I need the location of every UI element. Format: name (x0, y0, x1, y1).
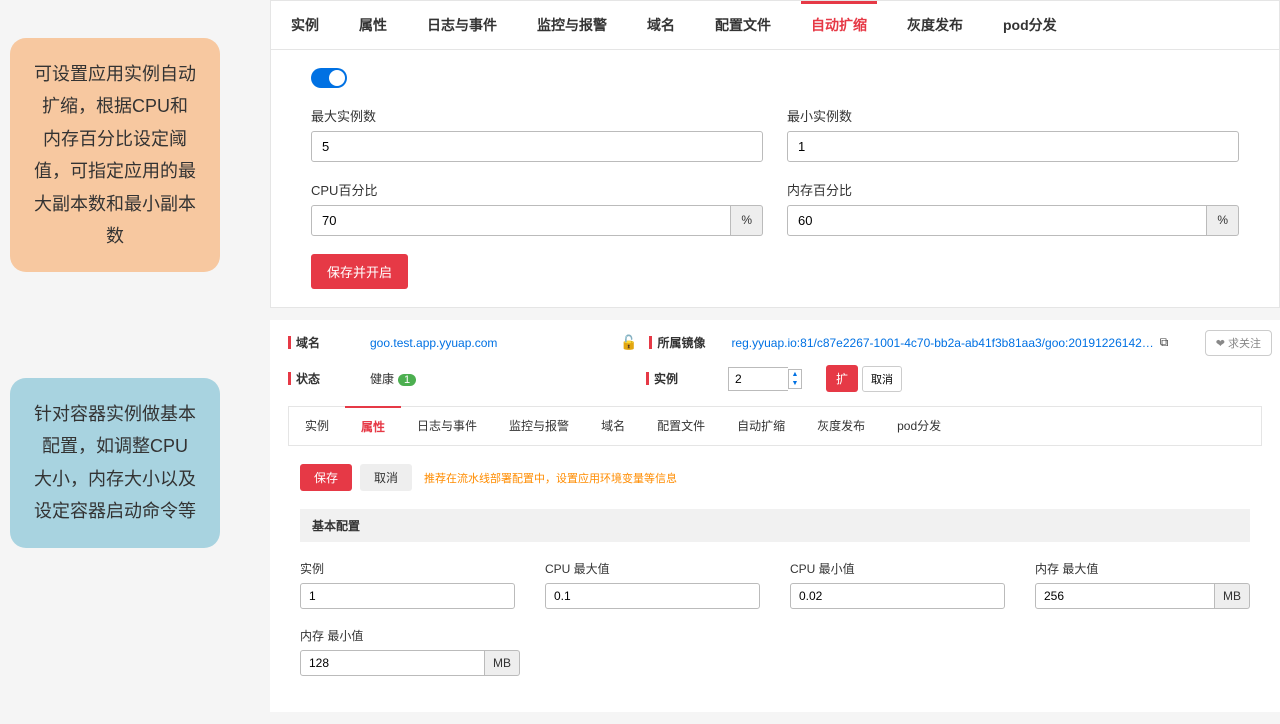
scale-button[interactable]: 扩 (826, 365, 858, 392)
tab-monitor[interactable]: 监控与报警 (517, 1, 627, 49)
percent-suffix: % (1207, 205, 1239, 236)
save-button[interactable]: 保存 (300, 464, 352, 491)
unlock-icon: 🔓 (620, 334, 637, 351)
memmax-input[interactable] (1035, 583, 1215, 609)
cpumax-input[interactable] (545, 583, 760, 609)
tab-instance[interactable]: 实例 (271, 1, 339, 49)
tab2-pod[interactable]: pod分发 (881, 407, 957, 445)
tab2-canary[interactable]: 灰度发布 (801, 407, 881, 445)
callout-autoscale: 可设置应用实例自动扩缩，根据CPU和内存百分比设定阈值，可指定应用的最大副本数和… (10, 38, 220, 272)
meta-row2: 状态 健康1 实例 ▲▼ 扩 取消 (270, 365, 1280, 406)
inst-input[interactable] (300, 583, 515, 609)
follow-button[interactable]: ❤ 求关注 (1205, 330, 1272, 356)
tabs-top: 实例 属性 日志与事件 监控与报警 域名 配置文件 自动扩缩 灰度发布 pod分… (271, 1, 1279, 50)
spin-up-icon[interactable]: ▲ (789, 370, 801, 379)
mb-suffix: MB (485, 650, 520, 676)
mb-suffix: MB (1215, 583, 1250, 609)
status-value: 健康1 (358, 370, 416, 387)
save-enable-button[interactable]: 保存并开启 (311, 254, 408, 289)
cpumax-label: CPU 最大值 (545, 560, 760, 577)
meta-row: 域名 goo.test.app.yyuap.com 🔓 所属镜像 reg.yyu… (270, 320, 1280, 365)
image-link[interactable]: reg.yyuap.io:81/c87e2267-1001-4c70-bb2a-… (719, 336, 1153, 350)
tab2-instance[interactable]: 实例 (289, 407, 345, 445)
config-panel: 域名 goo.test.app.yyuap.com 🔓 所属镜像 reg.yyu… (270, 320, 1280, 712)
min-instance-input[interactable] (787, 131, 1239, 162)
cpu-pct-input[interactable] (311, 205, 731, 236)
inst-label: 实例 (300, 560, 515, 577)
memmax-label: 内存 最大值 (1035, 560, 1250, 577)
tab-attributes[interactable]: 属性 (339, 1, 407, 49)
tab2-config[interactable]: 配置文件 (641, 407, 721, 445)
min-instance-label: 最小实例数 (787, 106, 1239, 125)
tab2-logs[interactable]: 日志与事件 (401, 407, 493, 445)
percent-suffix: % (731, 205, 763, 236)
pipeline-hint: 推荐在流水线部署配置中，设置应用环境变量等信息 (424, 470, 677, 486)
tab2-autoscale[interactable]: 自动扩缩 (721, 407, 801, 445)
tab-pod[interactable]: pod分发 (983, 1, 1077, 49)
cancel-button[interactable]: 取消 (360, 464, 412, 491)
cpumin-input[interactable] (790, 583, 1005, 609)
cpu-pct-label: CPU百分比 (311, 180, 763, 199)
max-instance-label: 最大实例数 (311, 106, 763, 125)
autoscale-body: 最大实例数 最小实例数 CPU百分比 % 内存百分比 % (271, 50, 1279, 307)
tab2-domain[interactable]: 域名 (585, 407, 641, 445)
status-badge: 1 (398, 374, 416, 386)
cpumin-label: CPU 最小值 (790, 560, 1005, 577)
callout-basicconfig: 针对容器实例做基本配置，如调整CPU大小，内存大小以及设定容器启动命令等 (10, 378, 220, 548)
spin-down-icon[interactable]: ▼ (789, 379, 801, 388)
autoscale-toggle[interactable] (311, 68, 347, 88)
tab-canary[interactable]: 灰度发布 (887, 1, 983, 49)
domain-link[interactable]: goo.test.app.yyuap.com (358, 336, 497, 350)
tab-domain[interactable]: 域名 (627, 1, 695, 49)
domain-label: 域名 (288, 334, 358, 351)
image-label: 所属镜像 (649, 334, 719, 351)
max-instance-input[interactable] (311, 131, 763, 162)
autoscale-panel: 实例 属性 日志与事件 监控与报警 域名 配置文件 自动扩缩 灰度发布 pod分… (270, 0, 1280, 308)
tab-config[interactable]: 配置文件 (695, 1, 791, 49)
attributes-body: 保存 取消 推荐在流水线部署配置中，设置应用环境变量等信息 基本配置 实例 CP… (270, 446, 1280, 712)
instance-count-input[interactable] (728, 367, 788, 391)
memmin-input[interactable] (300, 650, 485, 676)
instance-label: 实例 (646, 370, 716, 387)
copy-icon[interactable]: ⧉ (1160, 335, 1169, 350)
status-label: 状态 (288, 370, 358, 387)
mem-pct-label: 内存百分比 (787, 180, 1239, 199)
tab-logs[interactable]: 日志与事件 (407, 1, 517, 49)
tab-autoscale[interactable]: 自动扩缩 (791, 1, 887, 49)
scale-cancel-button[interactable]: 取消 (862, 366, 902, 392)
tab2-monitor[interactable]: 监控与报警 (493, 407, 585, 445)
follow-label: 求关注 (1228, 338, 1261, 350)
mem-pct-input[interactable] (787, 205, 1207, 236)
basic-config-header: 基本配置 (300, 509, 1250, 542)
memmin-label: 内存 最小值 (300, 627, 520, 644)
tabs-bottom: 实例 属性 日志与事件 监控与报警 域名 配置文件 自动扩缩 灰度发布 pod分… (288, 406, 1262, 446)
tab2-attributes[interactable]: 属性 (345, 406, 401, 445)
